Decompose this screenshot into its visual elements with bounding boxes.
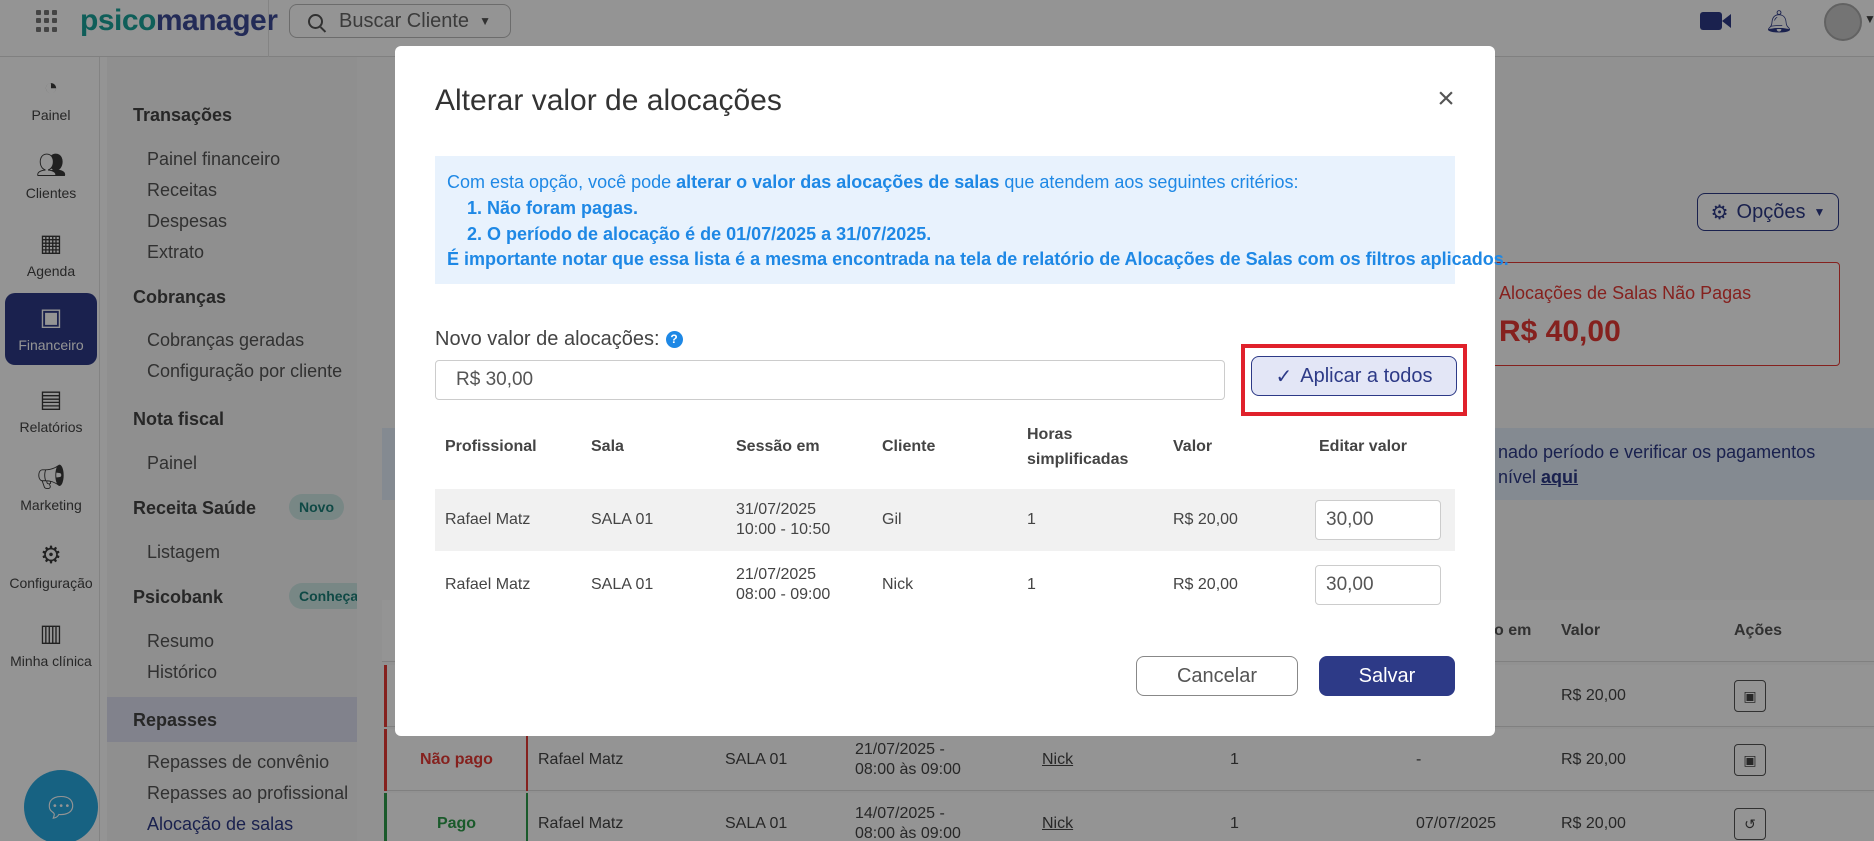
- column-header-editar: Editar valor: [1319, 438, 1408, 455]
- apply-highlight: ✓ Aplicar a todos: [1241, 344, 1467, 416]
- help-icon[interactable]: ?: [665, 331, 683, 348]
- notice-footer: É importante notar que essa lista é a me…: [447, 249, 1509, 269]
- row-cliente: Gil: [882, 511, 902, 528]
- column-header-horas: Horas simplificadas: [1027, 426, 1129, 468]
- column-header-sessao: Sessão em: [736, 438, 820, 455]
- row-valor: R$ 20,00: [1173, 576, 1238, 593]
- check-icon: ✓: [1275, 365, 1293, 388]
- cancel-button[interactable]: Cancelar: [1136, 656, 1298, 696]
- apply-to-all-button[interactable]: ✓ Aplicar a todos: [1251, 356, 1457, 396]
- row-session-date: 21/07/2025: [736, 566, 817, 583]
- save-button[interactable]: Salvar: [1319, 656, 1455, 696]
- column-header-valor: Valor: [1173, 438, 1213, 455]
- row-horas: 1: [1027, 511, 1036, 528]
- close-icon[interactable]: ×: [1433, 84, 1459, 114]
- row-sala: SALA 01: [591, 511, 654, 528]
- table-row: Rafael Matz SALA 01 31/07/2025 10:00 - 1…: [435, 489, 1455, 551]
- row-valor: R$ 20,00: [1173, 511, 1238, 528]
- new-value-input[interactable]: [435, 360, 1225, 400]
- criterion-1: 1. Não foram pagas.: [467, 198, 639, 218]
- modal-title: Alterar valor de alocações: [435, 84, 782, 117]
- change-allocation-value-modal: Alterar valor de alocações × Com esta op…: [395, 46, 1509, 736]
- row-session-time: 08:00 - 09:00: [736, 586, 831, 603]
- new-value-label: Novo valor de alocações:?: [435, 328, 683, 351]
- row-profissional: Rafael Matz: [445, 511, 531, 528]
- row-sala: SALA 01: [591, 576, 654, 593]
- edit-value-input[interactable]: [1315, 500, 1441, 540]
- column-header-profissional: Profissional: [445, 438, 537, 455]
- criterion-2: 2. O período de alocação é de 01/07/2025…: [467, 224, 932, 244]
- table-row: Rafael Matz SALA 01 21/07/2025 08:00 - 0…: [435, 554, 1455, 616]
- edit-value-input[interactable]: [1315, 565, 1441, 605]
- row-horas: 1: [1027, 576, 1036, 593]
- column-header-sala: Sala: [591, 438, 624, 455]
- row-profissional: Rafael Matz: [445, 576, 531, 593]
- row-session-date: 31/07/2025: [736, 501, 817, 518]
- criteria-notice: Com esta opção, você pode alterar o valo…: [435, 156, 1509, 284]
- row-cliente: Nick: [882, 576, 914, 593]
- row-session-time: 10:00 - 10:50: [736, 521, 831, 538]
- column-header-cliente: Cliente: [882, 438, 936, 455]
